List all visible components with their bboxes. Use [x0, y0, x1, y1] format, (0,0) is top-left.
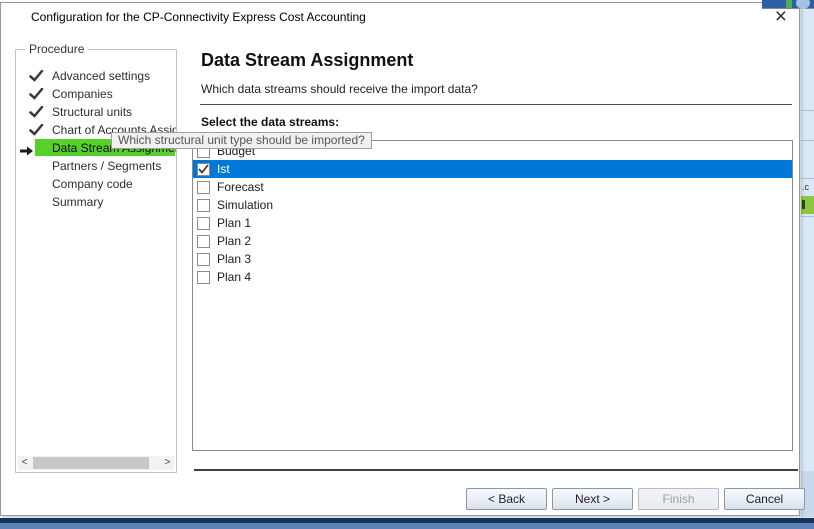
data-streams-label: Select the data streams: — [201, 115, 339, 129]
list-item-label: Plan 3 — [217, 252, 251, 266]
next-button[interactable]: Next > — [552, 488, 633, 510]
divider — [801, 178, 814, 179]
list-item-label: Simulation — [217, 198, 273, 212]
wizard-dialog: Configuration for the CP-Connectivity Ex… — [0, 2, 800, 516]
background-steel-strip — [0, 523, 814, 529]
page-subtitle: Which data streams should receive the im… — [201, 82, 478, 96]
page-title: Data Stream Assignment — [201, 50, 413, 71]
scroll-right-icon[interactable]: > — [161, 456, 174, 470]
check-icon — [29, 105, 44, 123]
sidebar-item-label: Companies — [52, 85, 113, 103]
list-item-plan-3[interactable]: Plan 3 — [193, 250, 792, 268]
procedure-groupbox: Advanced settings Companies Structural u… — [15, 49, 177, 473]
checkbox[interactable] — [197, 163, 210, 176]
scrollbar-thumb[interactable] — [33, 457, 149, 469]
list-item-plan-1[interactable]: Plan 1 — [193, 214, 792, 232]
checkbox[interactable] — [197, 217, 210, 230]
list-item-ist[interactable]: Ist — [193, 160, 792, 178]
sidebar-item-company-code[interactable]: Company code — [16, 175, 176, 193]
sidebar-item-structural-units[interactable]: Structural units — [16, 103, 176, 121]
background-logo-green — [786, 0, 792, 8]
window-title: Configuration for the CP-Connectivity Ex… — [31, 10, 366, 24]
check-icon — [29, 123, 44, 141]
checkbox[interactable] — [197, 253, 210, 266]
background-green-badge — [801, 196, 814, 214]
background-text-mark — [802, 200, 805, 209]
checkbox[interactable] — [197, 181, 210, 194]
back-button[interactable]: < Back — [466, 488, 547, 510]
divider — [801, 216, 814, 217]
list-item-plan-4[interactable]: Plan 4 — [193, 268, 792, 286]
finish-button[interactable]: Finish — [638, 488, 719, 510]
checkbox[interactable] — [197, 199, 210, 212]
cancel-button[interactable]: Cancel — [724, 488, 805, 510]
background-text-fragment: .c — [802, 182, 809, 192]
scroll-left-icon[interactable]: < — [18, 456, 31, 470]
list-item-plan-2[interactable]: Plan 2 — [193, 232, 792, 250]
sidebar-item-label: Summary — [52, 193, 103, 211]
divider — [194, 469, 798, 471]
wizard-buttons: < BackNext >FinishCancel — [466, 488, 805, 510]
list-item-label: Ist — [217, 162, 230, 176]
background-titlebar-fragment — [762, 0, 814, 9]
checkbox[interactable] — [197, 235, 210, 248]
sidebar-horizontal-scrollbar[interactable]: < > — [18, 456, 174, 470]
list-item-label: Plan 2 — [217, 234, 251, 248]
tooltip: Which structural unit type should be imp… — [111, 132, 372, 149]
data-stream-listbox: Budget Ist Forecast Simulation Plan 1 Pl… — [192, 140, 793, 451]
background-window-strip: .c — [801, 0, 814, 529]
checkbox[interactable] — [197, 271, 210, 284]
sidebar-item-summary[interactable]: Summary — [16, 193, 176, 211]
sidebar-item-partners-segments[interactable]: Partners / Segments — [16, 157, 176, 175]
procedure-group-label: Procedure — [25, 42, 88, 56]
list-item-simulation[interactable]: Simulation — [193, 196, 792, 214]
list-item-label: Plan 4 — [217, 270, 251, 284]
list-item-label: Plan 1 — [217, 216, 251, 230]
sidebar-item-label: Company code — [52, 175, 133, 193]
checkmark-icon — [198, 164, 209, 174]
check-icon — [29, 87, 44, 105]
list-item-label: Forecast — [217, 180, 264, 194]
divider — [200, 104, 792, 105]
sidebar-item-advanced-settings[interactable]: Advanced settings — [16, 67, 176, 85]
sidebar-item-companies[interactable]: Companies — [16, 85, 176, 103]
list-item-forecast[interactable]: Forecast — [193, 178, 792, 196]
screen: .c Configuration for the CP-Connectivity… — [0, 0, 814, 529]
divider — [801, 110, 814, 111]
background-logo-globe — [796, 0, 810, 9]
arrow-right-icon — [20, 143, 33, 161]
divider — [801, 140, 814, 141]
sidebar-item-label: Partners / Segments — [52, 157, 161, 175]
sidebar-item-label: Advanced settings — [52, 67, 150, 85]
sidebar-item-label: Structural units — [52, 103, 132, 121]
check-icon — [29, 69, 44, 87]
